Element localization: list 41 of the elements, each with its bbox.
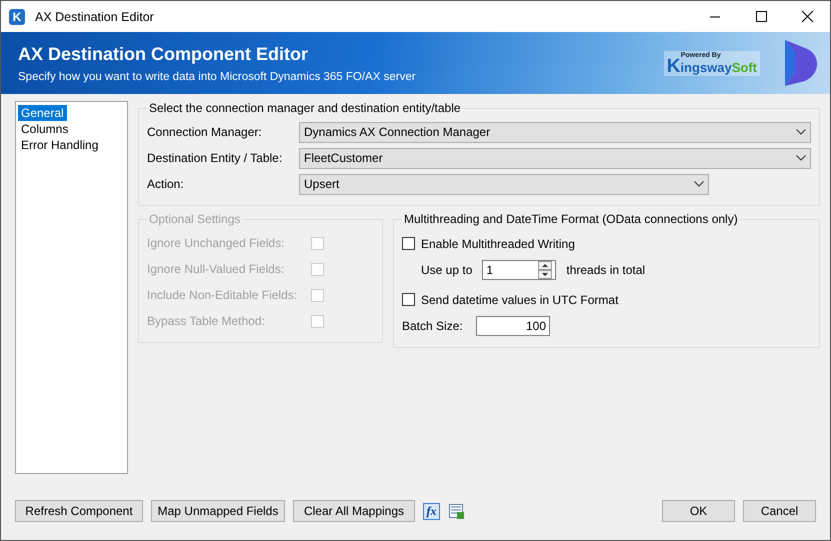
- checkbox-label: Send datetime values in UTC Format: [421, 292, 618, 306]
- dropdown[interactable]: FleetCustomer: [299, 148, 811, 168]
- page-list-item[interactable]: Error Handling: [18, 137, 102, 153]
- field-label: Use up to: [421, 263, 472, 277]
- banner-title: AX Destination Component Editor: [18, 44, 309, 64]
- checkbox[interactable]: [402, 293, 415, 306]
- product-logo-icon: [782, 38, 820, 88]
- group-title: Multithreading and DateTime Format (OData connections only): [403, 212, 739, 226]
- group-title: Optional Settings: [148, 212, 242, 226]
- cancel-button[interactable]: Cancel: [743, 500, 816, 522]
- checkbox-label: Enable Multithreaded Writing: [421, 236, 575, 250]
- batch-size-field[interactable]: 100: [476, 316, 550, 336]
- spin-arrows-icon[interactable]: [538, 261, 552, 279]
- field-label: Destination Entity / Table:: [147, 151, 284, 165]
- app-icon: K: [9, 8, 25, 24]
- page-list-item[interactable]: Columns: [18, 121, 72, 137]
- expression-button[interactable]: fx: [423, 502, 440, 520]
- field-label: Action:: [147, 177, 185, 191]
- page-list-item[interactable]: General: [18, 105, 67, 121]
- field-suffix: threads in total: [566, 263, 646, 277]
- window-title: AX Destination Editor: [35, 10, 155, 24]
- group-title: Select the connection manager and destination entity/table: [148, 101, 462, 115]
- dropdown[interactable]: Dynamics AX Connection Manager: [299, 122, 811, 142]
- dropdown-caret-icon: [796, 129, 806, 135]
- table-sheet-icon[interactable]: [448, 502, 465, 520]
- footer-button[interactable]: Map Unmapped Fields: [151, 500, 285, 522]
- footer-button[interactable]: Clear All Mappings: [293, 500, 415, 522]
- dropdown-caret-icon: [694, 181, 704, 187]
- option-label: Ignore Null-Valued Fields:: [147, 262, 286, 276]
- dropdown-caret-icon: [796, 155, 806, 161]
- field-label: Batch Size:: [402, 319, 464, 333]
- threads-spin-field[interactable]: 1: [482, 260, 556, 280]
- ok-button[interactable]: OK: [662, 500, 735, 522]
- banner-subtitle: Specify how you want to write data into Microsoft Dynamics 365 FO/AX server: [18, 70, 417, 82]
- dropdown[interactable]: Upsert: [299, 174, 709, 194]
- field-label: Connection Manager:: [147, 125, 263, 139]
- option-label: Bypass Table Method:: [147, 314, 266, 328]
- checkbox[interactable]: [402, 237, 415, 250]
- option-label: Ignore Unchanged Fields:: [147, 236, 286, 250]
- footer-button[interactable]: Refresh Component: [15, 500, 143, 522]
- option-label: Include Non-Editable Fields:: [147, 288, 298, 302]
